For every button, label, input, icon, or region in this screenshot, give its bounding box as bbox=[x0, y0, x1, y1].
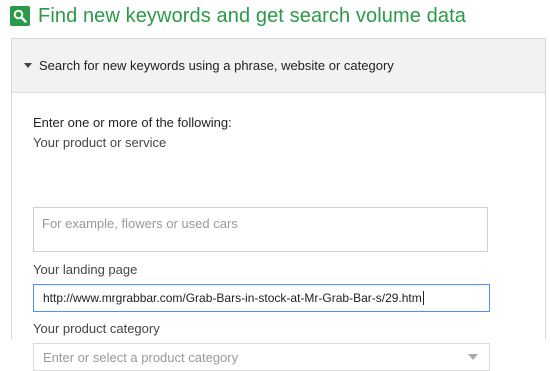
category-placeholder: Enter or select a product category bbox=[43, 349, 239, 365]
caret-down-icon bbox=[24, 63, 32, 68]
landing-page-label: Your landing page bbox=[33, 262, 138, 277]
panel-toggle-label: Search for new keywords using a phrase, … bbox=[39, 58, 394, 73]
category-select[interactable]: Enter or select a product category bbox=[33, 343, 490, 371]
text-cursor bbox=[422, 291, 424, 305]
panel-toggle[interactable]: Search for new keywords using a phrase, … bbox=[12, 39, 545, 93]
search-icon bbox=[10, 6, 30, 26]
dropdown-arrow-icon[interactable] bbox=[468, 354, 478, 360]
intro-text: Enter one or more of the following: bbox=[33, 115, 232, 130]
product-placeholder: For example, flowers or used cars bbox=[42, 216, 238, 231]
product-input[interactable]: For example, flowers or used cars bbox=[33, 207, 488, 252]
landing-page-value: http://www.mrgrabbar.com/Grab-Bars-in-st… bbox=[43, 291, 422, 305]
page-title: Find new keywords and get search volume … bbox=[38, 4, 466, 27]
search-panel: Search for new keywords using a phrase, … bbox=[11, 38, 546, 371]
page-header: Find new keywords and get search volume … bbox=[10, 4, 466, 28]
product-label: Your product or service bbox=[33, 135, 167, 150]
landing-page-input[interactable]: http://www.mrgrabbar.com/Grab-Bars-in-st… bbox=[33, 284, 490, 312]
